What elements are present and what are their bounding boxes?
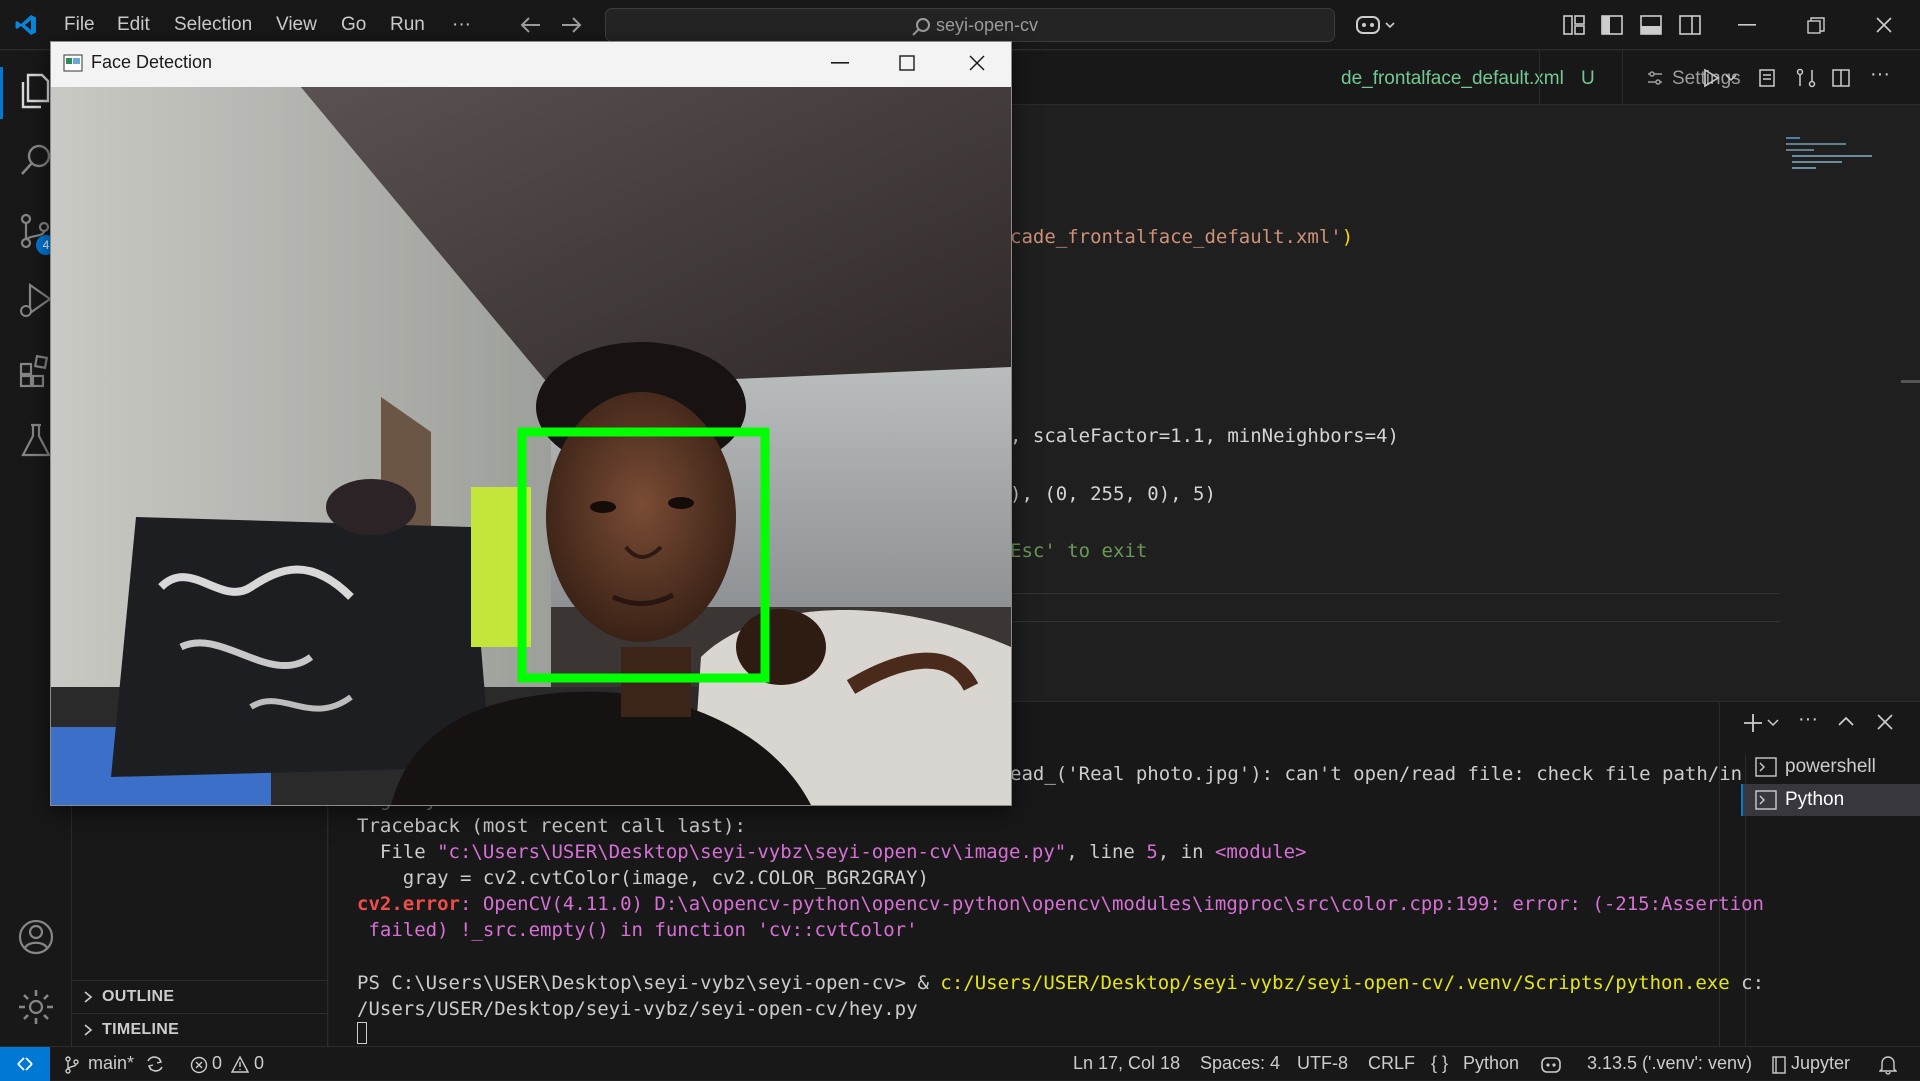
terminal-error: failed) !_src.empty() in function 'cv::c…	[357, 919, 918, 941]
session-label: powershell	[1785, 756, 1876, 777]
terminal-icon	[1755, 757, 1777, 777]
vscode-logo-icon	[15, 15, 36, 35]
open-changes-icon[interactable]	[1757, 68, 1777, 88]
terminal-prompt: PS C:\Users\USER\Desktop\seyi-vybz\seyi-…	[357, 972, 1765, 994]
encoding[interactable]: UTF-8	[1297, 1053, 1348, 1074]
menu-view[interactable]: View	[276, 14, 317, 36]
terminal-output: Traceback (most recent call last):	[357, 815, 746, 837]
menu-run[interactable]: Run	[390, 14, 425, 36]
more-actions-icon[interactable]: ···	[1870, 63, 1890, 86]
active-indicator	[0, 67, 3, 119]
editor-divider	[1010, 593, 1780, 594]
terminal-session-python[interactable]: Python	[1741, 784, 1920, 816]
timeline-section-header[interactable]: TIMELINE	[102, 1021, 179, 1039]
terminal-icon	[1755, 790, 1777, 810]
session-label: Python	[1785, 789, 1845, 810]
notebook-icon	[1772, 1056, 1786, 1074]
code-line: , scaleFactor=1.1, minNeighbors=4)	[1010, 425, 1399, 447]
end-of-line[interactable]: CRLF	[1368, 1053, 1415, 1074]
code-line-comment: Esc' to exit	[1010, 540, 1148, 562]
copilot-icon[interactable]	[1354, 13, 1396, 37]
code-line: cade_frontalface_default.xml')	[1010, 226, 1354, 248]
forward-arrow-icon[interactable]	[560, 15, 582, 35]
face-detection-window[interactable]: Face Detection	[50, 41, 1012, 806]
python-interpreter[interactable]: 3.13.5 ('.venv': venv)	[1587, 1053, 1752, 1074]
terminal-output: File "c:\Users\USER\Desktop\seyi-vybz\se…	[357, 841, 1307, 863]
sync-icon[interactable]	[145, 1055, 165, 1073]
terminal-session-powershell[interactable]: powershell	[1741, 751, 1920, 783]
status-bar: main* 0 0 Ln 17, Col 18 Spaces: 4 UTF-8 …	[0, 1046, 1920, 1081]
command-center-search[interactable]: seyi-open-cv	[605, 8, 1335, 42]
remote-indicator[interactable]	[0, 1047, 50, 1081]
terminal-error: cv2.error: OpenCV(4.11.0) D:\a\opencv-py…	[357, 893, 1764, 915]
toggle-secondary-sidebar-icon[interactable]	[1679, 15, 1701, 35]
window-maximize-icon[interactable]	[899, 55, 915, 71]
cursor-position[interactable]: Ln 17, Col 18	[1073, 1053, 1180, 1074]
compare-changes-icon[interactable]	[1795, 68, 1817, 88]
search-text: seyi-open-cv	[936, 15, 1039, 35]
indentation[interactable]: Spaces: 4	[1200, 1053, 1280, 1074]
language-braces-icon: { }	[1431, 1053, 1449, 1073]
menu-more[interactable]: ···	[452, 14, 471, 36]
close-icon[interactable]	[1876, 17, 1892, 33]
window-title: Face Detection	[91, 52, 213, 72]
scrollbar-thumb[interactable]	[1901, 380, 1920, 383]
toggle-panel-icon[interactable]	[1640, 15, 1662, 35]
chevron-right-icon	[84, 991, 93, 1003]
manage-gear-icon[interactable]	[16, 987, 56, 1027]
customize-layout-icon[interactable]	[1563, 15, 1585, 35]
chevron-down-icon[interactable]	[1725, 73, 1737, 83]
restore-icon[interactable]	[1807, 17, 1825, 35]
settings-sliders-icon	[1648, 71, 1662, 85]
maximize-panel-chevron-up-icon[interactable]	[1837, 714, 1855, 728]
remote-icon	[17, 1057, 33, 1071]
menu-edit[interactable]: Edit	[117, 14, 150, 36]
copilot-status-icon[interactable]	[1540, 1055, 1562, 1075]
tab-untracked-badge: U	[1581, 68, 1595, 89]
git-branch[interactable]: main*	[88, 1053, 134, 1074]
error-icon	[190, 1056, 208, 1074]
terminal-output: /Users/USER/Desktop/seyi-vybz/seyi-open-…	[357, 998, 918, 1020]
window-app-icon	[63, 54, 83, 72]
notifications-bell-icon[interactable]	[1879, 1055, 1897, 1075]
warning-icon	[231, 1056, 249, 1073]
search-icon	[912, 18, 930, 36]
new-terminal-plus-icon[interactable]	[1742, 712, 1764, 734]
menu-selection[interactable]: Selection	[174, 14, 252, 36]
minimap[interactable]	[1786, 135, 1876, 175]
jupyter-status[interactable]: Jupyter	[1791, 1053, 1850, 1074]
menu-go[interactable]: Go	[341, 14, 366, 36]
chevron-down-icon[interactable]	[1767, 718, 1779, 728]
toggle-primary-sidebar-icon[interactable]	[1601, 15, 1623, 35]
language-mode[interactable]: Python	[1463, 1053, 1519, 1074]
terminal-cursor[interactable]	[357, 1022, 367, 1044]
menu-file[interactable]: File	[64, 14, 95, 36]
error-count[interactable]: 0	[212, 1053, 222, 1074]
minimize-icon[interactable]	[1738, 24, 1756, 26]
editor-divider	[1010, 621, 1780, 622]
run-python-file-icon[interactable]	[1701, 68, 1721, 88]
terminal-output: gray = cv2.cvtColor(image, cv2.COLOR_BGR…	[357, 867, 929, 889]
git-branch-icon	[65, 1056, 79, 1074]
window-minimize-icon[interactable]	[831, 62, 849, 64]
camera-frame	[51, 87, 1011, 805]
back-arrow-icon[interactable]	[520, 15, 542, 35]
chevron-right-icon	[84, 1024, 93, 1036]
terminal-output: ead_('Real photo.jpg'): can't open/read …	[1010, 763, 1743, 785]
code-line: ), (0, 255, 0), 5)	[1010, 483, 1216, 505]
window-close-icon[interactable]	[969, 55, 985, 71]
panel-more-icon[interactable]: ···	[1798, 708, 1818, 731]
split-editor-icon[interactable]	[1831, 68, 1851, 88]
tab-settings[interactable]: Settings	[1294, 51, 1741, 105]
camera-image	[51, 87, 1011, 805]
close-panel-icon[interactable]	[1877, 714, 1893, 730]
outline-section-header[interactable]: OUTLINE	[102, 988, 174, 1006]
warning-count[interactable]: 0	[254, 1053, 264, 1074]
accounts-icon[interactable]	[16, 917, 56, 957]
